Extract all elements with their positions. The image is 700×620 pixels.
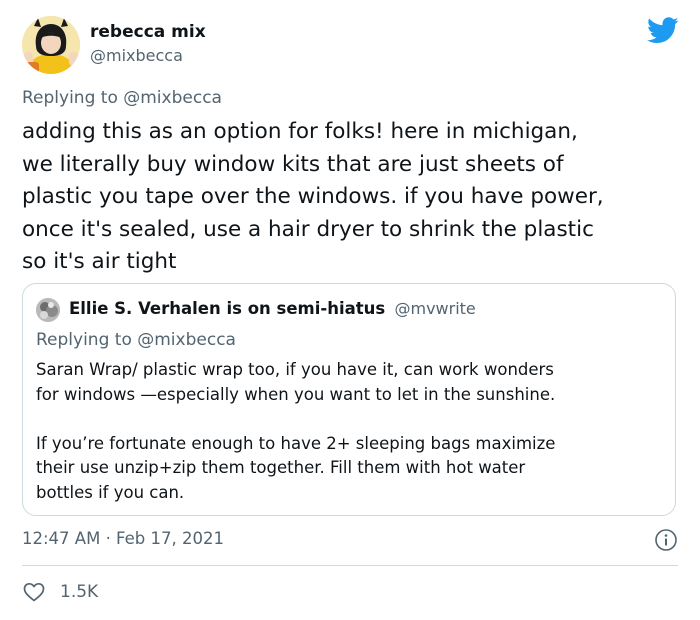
quoted-paragraph: If you’re fortunate enough to have 2+ sl… — [36, 433, 556, 502]
quoted-tweet-text: Saran Wrap/ plastic wrap too, if you hav… — [36, 358, 666, 530]
tweet-card: rebecca mix @mixbecca Replying to @mixbe… — [0, 0, 700, 620]
like-action[interactable]: 1.5K — [22, 580, 98, 604]
info-icon[interactable] — [654, 528, 678, 552]
like-count: 1.5K — [60, 582, 99, 602]
tweet-timestamp[interactable]: 12:47 AM · Feb 17, 2021 — [22, 529, 224, 548]
quoted-author-avatar[interactable] — [36, 298, 60, 322]
quoted-handle[interactable]: @mvwrite — [394, 299, 475, 318]
author-avatar[interactable] — [22, 16, 80, 74]
quoted-display-name[interactable]: Ellie S. Verhalen is on semi-hiatus — [69, 299, 385, 318]
reply-context: Replying to @mixbecca — [22, 88, 222, 108]
quoted-paragraph: Saran Wrap/ plastic wrap too, if you hav… — [36, 360, 556, 404]
quoted-avatar-photo — [36, 298, 60, 322]
quoted-reply-context: Replying to @mixbecca — [36, 330, 236, 350]
author-handle[interactable]: @mixbecca — [90, 46, 183, 65]
twitter-bird-icon[interactable] — [647, 17, 679, 44]
quoted-tweet[interactable]: Ellie S. Verhalen is on semi-hiatus @mvw… — [22, 283, 676, 516]
user-avatar-photo — [22, 16, 80, 74]
tweet-text: adding this as an option for folks! here… — [22, 119, 604, 274]
author-display-name[interactable]: rebecca mix — [90, 22, 206, 42]
quoted-reply-prefix: Replying to — [36, 330, 132, 350]
heart-icon[interactable] — [22, 580, 46, 604]
divider — [22, 565, 678, 566]
reply-prefix: Replying to — [22, 88, 118, 108]
reply-mention-link[interactable]: @mixbecca — [123, 88, 222, 108]
quoted-header: Ellie S. Verhalen is on semi-hiatus @mvw… — [69, 299, 476, 318]
quoted-reply-mention-link[interactable]: @mixbecca — [137, 330, 236, 350]
